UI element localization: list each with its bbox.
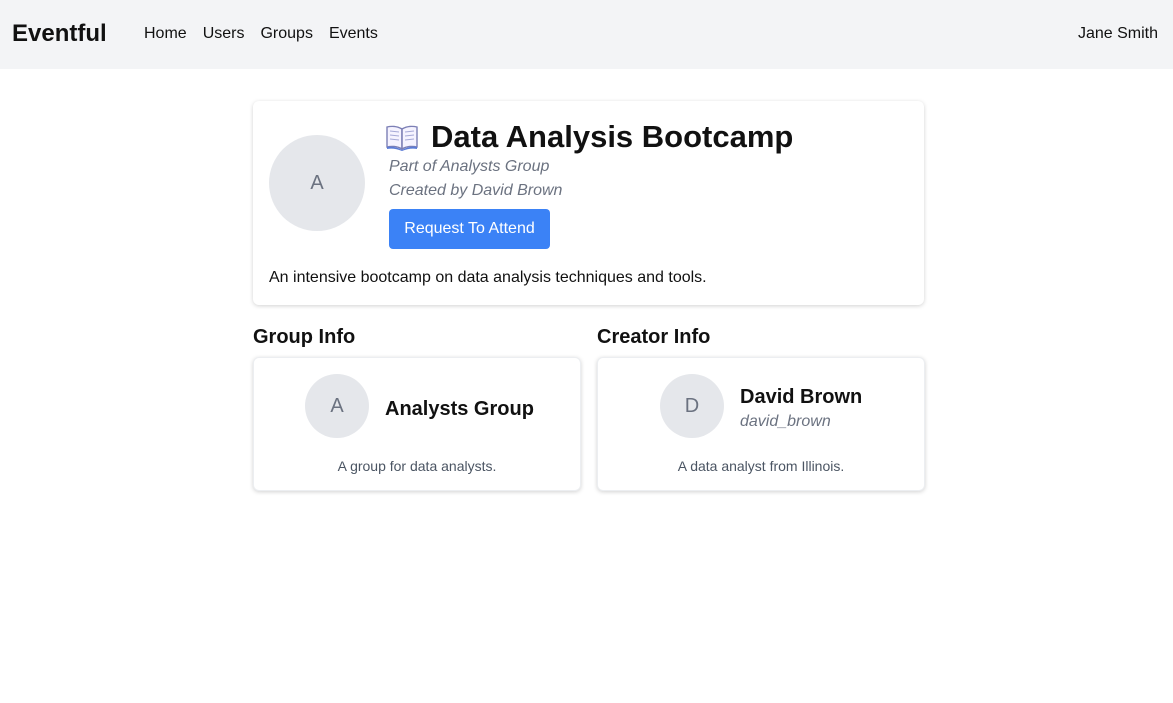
nav-link-users[interactable]: Users: [203, 24, 245, 44]
event-group-line: Part of Analysts Group: [389, 158, 550, 175]
open-book-icon: [386, 123, 418, 151]
event-avatar: A: [269, 135, 365, 231]
nav-link-home[interactable]: Home: [144, 24, 187, 44]
group-info-card[interactable]: A Analysts Group A group for data analys…: [253, 357, 581, 491]
group-info-heading: Group Info: [253, 326, 356, 348]
event-description: An intensive bootcamp on data analysis t…: [269, 269, 707, 286]
nav-link-events[interactable]: Events: [329, 24, 378, 44]
creator-name[interactable]: David Brown: [740, 385, 862, 409]
nav-links: Home Users Groups Events: [144, 24, 394, 44]
navbar: Eventful Home Users Groups Events Jane S…: [0, 0, 1173, 69]
group-description: A group for data analysts.: [337, 458, 497, 474]
creator-info-heading: Creator Info: [597, 326, 711, 348]
creator-username: david_brown: [740, 413, 831, 430]
event-title: Data Analysis Bootcamp: [431, 119, 794, 154]
creator-description: A data analyst from Illinois.: [677, 458, 845, 474]
event-card: A Data Analysis Bootcamp Part of Analyst…: [253, 101, 924, 305]
creator-avatar: D: [660, 374, 724, 438]
brand-logo[interactable]: Eventful: [12, 20, 107, 48]
nav-link-groups[interactable]: Groups: [260, 24, 312, 44]
request-to-attend-button[interactable]: Request To Attend: [389, 209, 550, 249]
group-name[interactable]: Analysts Group: [385, 397, 534, 421]
event-title-row: Data Analysis Bootcamp: [386, 119, 793, 155]
event-creator-line: Created by David Brown: [389, 182, 563, 199]
creator-info-card[interactable]: D David Brown david_brown A data analyst…: [597, 357, 925, 491]
current-user-name[interactable]: Jane Smith: [1078, 24, 1158, 44]
group-avatar: A: [305, 374, 369, 438]
